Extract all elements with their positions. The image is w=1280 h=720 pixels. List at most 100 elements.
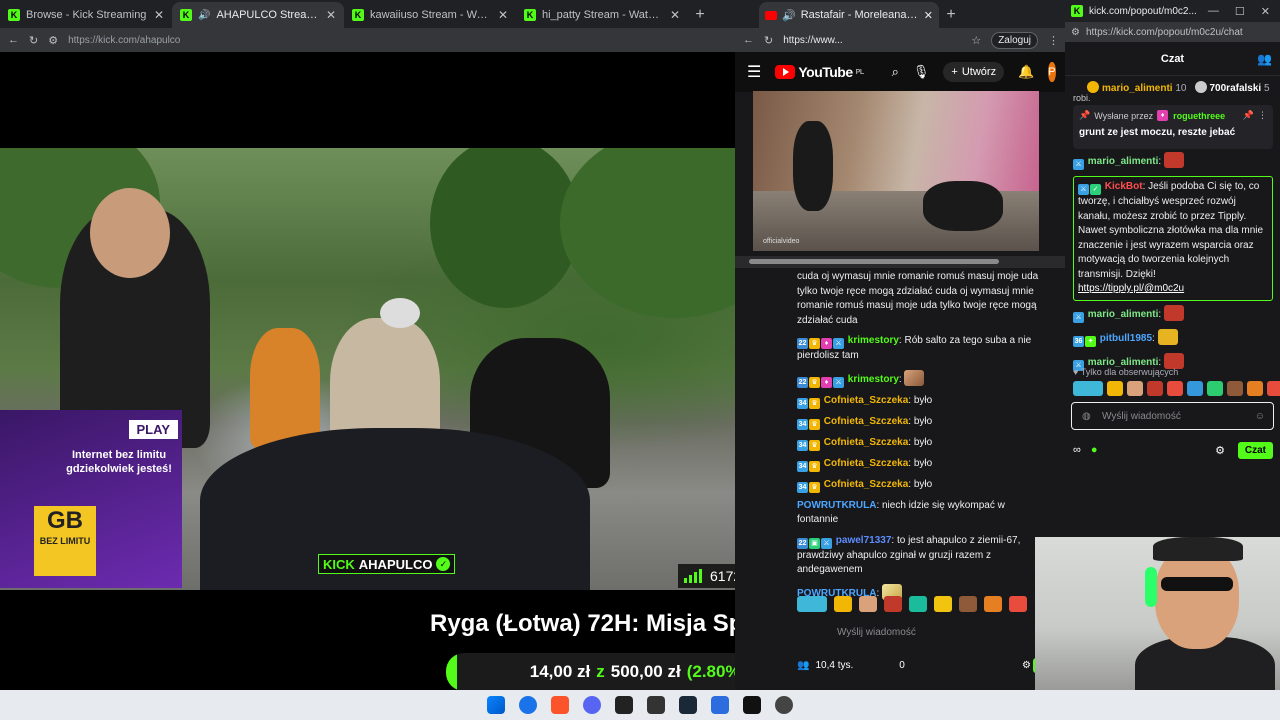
- youtube-video-player[interactable]: officialvideo: [753, 91, 1039, 251]
- chrome-icon[interactable]: [519, 696, 537, 714]
- tab-hi-patty[interactable]: K hi_patty Stream - Watch Live on K ✕: [516, 2, 688, 28]
- tab-browse-kick[interactable]: K Browse - Kick Streaming ✕: [0, 2, 172, 28]
- minimize-icon[interactable]: —: [1208, 5, 1219, 18]
- emote-icon[interactable]: [1107, 381, 1123, 396]
- infinity-icon[interactable]: ∞: [1073, 444, 1081, 456]
- emote-icon[interactable]: [1167, 381, 1183, 396]
- bell-icon[interactable]: 🔔: [1018, 64, 1034, 80]
- users-icon[interactable]: 👥: [1257, 52, 1272, 66]
- emote-icon[interactable]: [934, 596, 952, 612]
- back-icon[interactable]: ←: [8, 34, 19, 46]
- reload-icon[interactable]: ↻: [29, 34, 38, 47]
- app-icon[interactable]: [711, 696, 729, 714]
- chat-username[interactable]: Cofnieta_Szczeka: [824, 395, 908, 406]
- pin-toggle-icon[interactable]: 📌: [1243, 110, 1254, 121]
- site-info-icon[interactable]: ⚙: [1071, 27, 1080, 38]
- tab-youtube[interactable]: 🔊 Rastafair - Moreleana (Remix ✕: [759, 2, 939, 28]
- discord-icon[interactable]: [583, 696, 601, 714]
- emote-icon[interactable]: [959, 596, 977, 612]
- avatar[interactable]: P: [1048, 62, 1056, 82]
- emote-icon[interactable]: [1247, 381, 1263, 396]
- close-tab-icon[interactable]: ✕: [498, 8, 508, 22]
- gear-icon[interactable]: ⚙: [1215, 444, 1225, 457]
- speaker-icon[interactable]: 🔊: [782, 9, 796, 22]
- chat-username[interactable]: krimestory: [848, 374, 899, 385]
- chat-username[interactable]: pawel71337: [836, 535, 892, 546]
- steam-icon[interactable]: [679, 696, 697, 714]
- close-tab-icon[interactable]: ✕: [326, 8, 336, 22]
- emote-icon[interactable]: [1073, 381, 1103, 396]
- emote-icon[interactable]: [1127, 381, 1143, 396]
- windows-start-icon[interactable]: [487, 696, 505, 714]
- new-tab-button[interactable]: +: [688, 2, 712, 28]
- emote-icon[interactable]: [984, 596, 1002, 612]
- play-advertisement[interactable]: PLAY Internet bez limitu gdziekolwiek je…: [0, 410, 182, 588]
- chat-username[interactable]: Cofnieta_Szczeka: [824, 458, 908, 469]
- chat-username[interactable]: POWRUTKRULA: [797, 500, 876, 511]
- chat-username[interactable]: mario_alimenti: [1088, 156, 1159, 167]
- hamburger-icon[interactable]: ☰: [747, 62, 761, 82]
- chat-username[interactable]: Cofnieta_Szczeka: [824, 479, 908, 490]
- back-icon[interactable]: ←: [743, 34, 754, 46]
- emote-icon[interactable]: [834, 596, 852, 612]
- emote-icon[interactable]: [1267, 381, 1280, 396]
- emote-icon[interactable]: [797, 596, 827, 612]
- chat-username[interactable]: krimestory: [848, 335, 899, 346]
- site-info-icon[interactable]: ⚙: [48, 34, 58, 47]
- right-title-bar: K kick.com/popout/m0c2... — ☐ ✕: [1065, 0, 1280, 22]
- emote-icon[interactable]: [859, 596, 877, 612]
- chat-username[interactable]: pitbull1985: [1100, 333, 1152, 344]
- chat-username[interactable]: Cofnieta_Szczeka: [824, 416, 908, 427]
- chat-username[interactable]: mario_alimenti: [1088, 357, 1159, 368]
- close-tab-icon[interactable]: ✕: [670, 8, 680, 22]
- login-button[interactable]: Zaloguj: [991, 31, 1038, 49]
- close-tab-icon[interactable]: ✕: [154, 8, 164, 22]
- reload-icon[interactable]: ↻: [764, 34, 773, 47]
- obs-icon[interactable]: [775, 696, 793, 714]
- speaker-icon[interactable]: 🔊: [198, 10, 210, 21]
- tab-kawaiiuso[interactable]: K kawaiiuso Stream - Watch Live on ✕: [344, 2, 516, 28]
- chat-username[interactable]: Cofnieta_Szczeka: [824, 437, 908, 448]
- emote-icon[interactable]: [1187, 381, 1203, 396]
- top-user[interactable]: mario_alimenti 10: [1087, 80, 1187, 94]
- stream-video[interactable]: PLAY Internet bez limitu gdziekolwiek je…: [0, 148, 783, 590]
- close-icon[interactable]: ✕: [1261, 5, 1270, 18]
- epic-games-icon[interactable]: [647, 696, 665, 714]
- tab-ahapulco[interactable]: K 🔊 AHAPULCO Stream - Watch Li ✕: [172, 2, 344, 28]
- app-icon[interactable]: [615, 696, 633, 714]
- gear-icon[interactable]: ⚙: [1022, 660, 1031, 671]
- brave-icon[interactable]: [551, 696, 569, 714]
- star-icon[interactable]: ☆: [971, 34, 981, 47]
- search-icon[interactable]: ⌕: [892, 64, 899, 80]
- url-field[interactable]: https://kick.com/ahapulco: [68, 35, 180, 46]
- emote-icon[interactable]: [1207, 381, 1223, 396]
- url-field[interactable]: https://kick.com/popout/m0c2u/chat: [1086, 27, 1243, 38]
- microphone-icon[interactable]: 🎙: [913, 64, 930, 80]
- pinned-user[interactable]: roguethreee: [1173, 111, 1225, 121]
- chat-input[interactable]: Wyślij wiadomość: [797, 622, 1042, 642]
- youtube-logo[interactable]: YouTube PL: [775, 64, 864, 80]
- emote-icon[interactable]: [1227, 381, 1243, 396]
- chat-username[interactable]: mario_alimenti: [1088, 309, 1159, 320]
- create-button[interactable]: + Utwórz: [943, 62, 1005, 82]
- emote-icon[interactable]: [884, 596, 902, 612]
- chat-username[interactable]: KickBot: [1105, 181, 1143, 192]
- scrollbar-thumb[interactable]: [749, 259, 999, 264]
- new-tab-button[interactable]: +: [939, 2, 963, 28]
- send-chat-button[interactable]: Czat: [1237, 441, 1273, 459]
- kick-coin-icon[interactable]: ●: [1091, 444, 1098, 456]
- maximize-icon[interactable]: ☐: [1235, 5, 1245, 18]
- chat-input[interactable]: ◍ Wyślij wiadomość ☺: [1071, 402, 1274, 430]
- close-tab-icon[interactable]: ✕: [924, 9, 933, 22]
- url-field[interactable]: https://www...: [783, 35, 961, 46]
- menu-dots-icon[interactable]: ⋮: [1048, 34, 1065, 47]
- top-user[interactable]: 700rafalski 5: [1194, 80, 1270, 94]
- emoji-icon[interactable]: ☺: [1255, 411, 1265, 422]
- tipply-link[interactable]: https://tipply.pl/@m0c2u: [1078, 282, 1268, 297]
- emote-icon[interactable]: [909, 596, 927, 612]
- emote-icon[interactable]: [1009, 596, 1027, 612]
- menu-dots-icon[interactable]: ⋮: [1258, 110, 1267, 121]
- app-icon[interactable]: [743, 696, 761, 714]
- emote-icon[interactable]: [1147, 381, 1163, 396]
- horizontal-scrollbar[interactable]: [735, 256, 1065, 268]
